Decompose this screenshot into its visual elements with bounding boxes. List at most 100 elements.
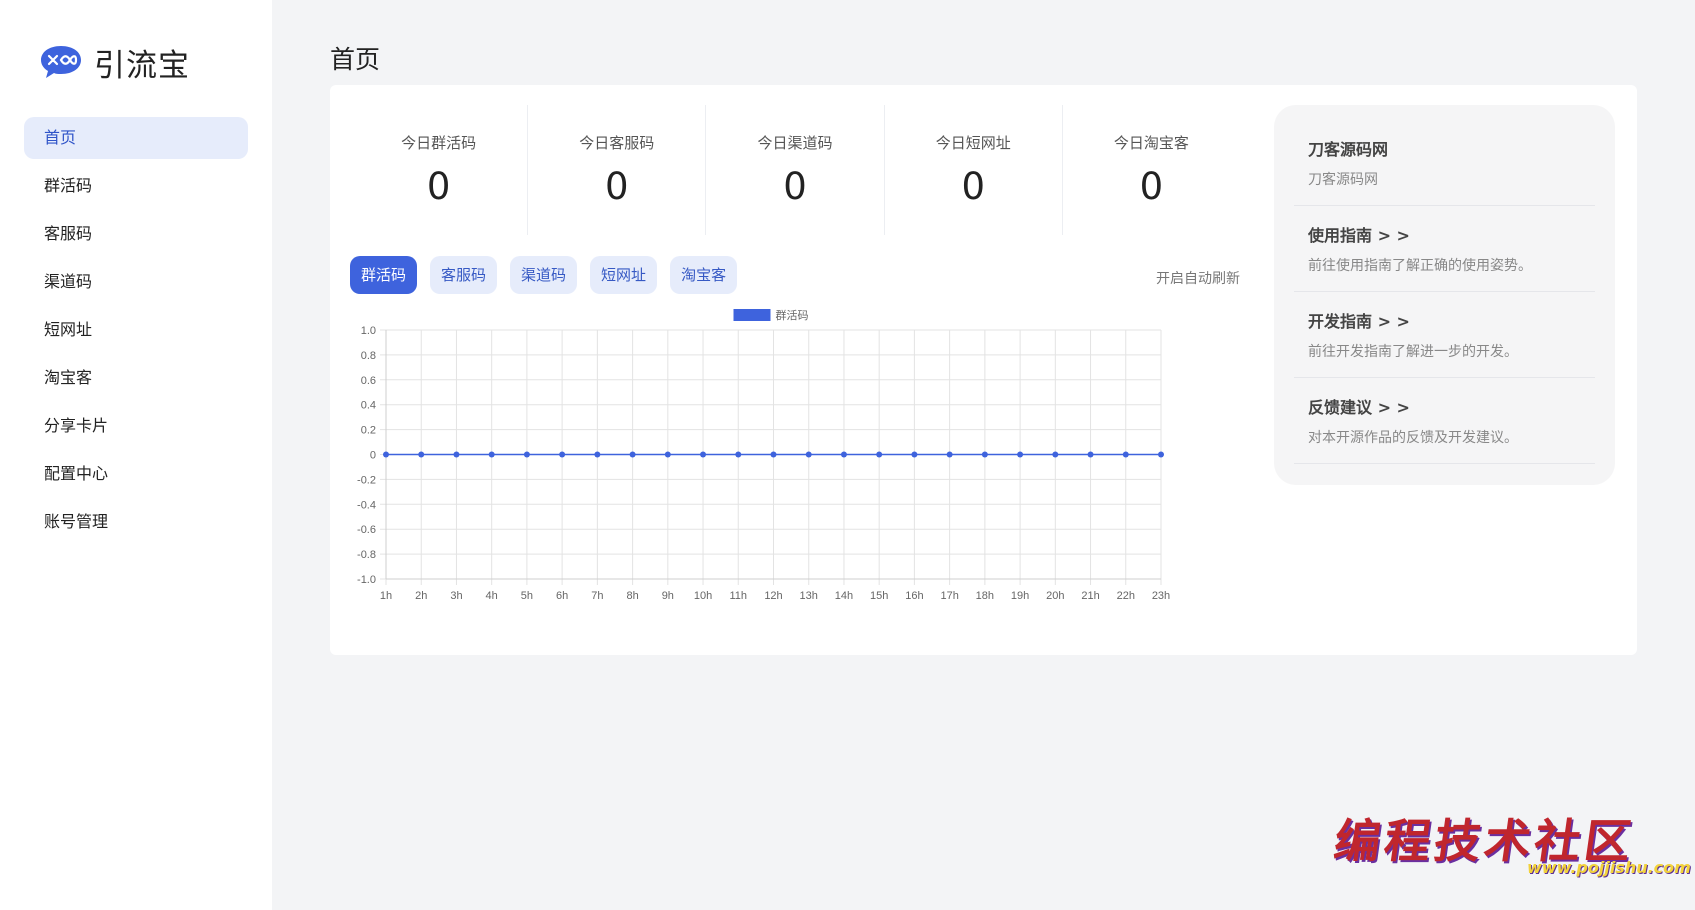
x-tick-label: 23h: [1152, 590, 1170, 602]
data-point: [559, 451, 566, 458]
data-point: [840, 451, 847, 458]
data-point: [1158, 451, 1164, 458]
data-point: [1017, 451, 1024, 458]
stat-channel-code: 今日渠道码 0: [706, 105, 885, 235]
x-tick-label: 15h: [870, 590, 888, 602]
info-desc: 刀客源码网: [1308, 172, 1378, 188]
x-tick-label: 12h: [764, 590, 782, 602]
chart-tabs: 群活码 客服码 渠道码 短网址 淘宝客: [350, 256, 750, 294]
data-point: [981, 451, 988, 458]
y-tick-label: 0.4: [361, 400, 376, 412]
data-point: [700, 451, 707, 458]
data-point: [1087, 451, 1094, 458]
info-item-dev-guide[interactable]: 开发指南 > > 前往开发指南了解进一步的开发。: [1294, 292, 1595, 378]
stat-short-url: 今日短网址 0: [885, 105, 1063, 235]
sidebar-item-service-code[interactable]: 客服码: [24, 213, 248, 255]
x-tick-label: 14h: [835, 590, 853, 602]
tab-short-url[interactable]: 短网址: [590, 256, 658, 294]
sidebar-item-share-card[interactable]: 分享卡片: [24, 405, 248, 447]
data-point: [735, 451, 742, 458]
tab-group-code[interactable]: 群活码: [350, 256, 418, 294]
data-point: [488, 451, 495, 458]
sidebar-nav: 首页 群活码 客服码 渠道码 短网址 淘宝客 分享卡片 配置中心 账号管理: [24, 117, 248, 549]
data-point: [418, 451, 425, 458]
x-tick-label: 2h: [415, 590, 427, 602]
data-point: [664, 451, 671, 458]
info-title: 刀客源码网: [1308, 140, 1389, 159]
sidebar-item-group-code[interactable]: 群活码: [24, 165, 248, 207]
x-tick-label: 3h: [450, 590, 462, 602]
stat-value: 0: [605, 165, 629, 208]
x-tick-label: 8h: [626, 590, 638, 602]
legend-label: 群活码: [776, 308, 809, 322]
auto-refresh-toggle[interactable]: 开启自动刷新: [1150, 268, 1240, 288]
stat-group-code: 今日群活码 0: [350, 105, 529, 235]
watermark-url: www.pojjishu.com: [1527, 858, 1691, 877]
data-point: [946, 451, 953, 458]
data-point: [805, 451, 812, 458]
y-tick-label: 0.6: [361, 375, 376, 387]
app-logo[interactable]: 引流宝: [40, 40, 190, 84]
x-tick-label: 13h: [800, 590, 818, 602]
data-point: [629, 451, 636, 458]
x-tick-label: 1h: [380, 590, 392, 602]
y-tick-label: -0.6: [357, 524, 376, 536]
info-title: 开发指南 > >: [1308, 312, 1410, 331]
info-item-feedback[interactable]: 反馈建议 > > 对本开源作品的反馈及开发建议。: [1294, 378, 1595, 464]
x-tick-label: 21h: [1081, 590, 1099, 602]
stat-value: 0: [783, 165, 807, 208]
x-tick-label: 4h: [486, 590, 498, 602]
y-tick-label: -0.8: [357, 549, 376, 561]
page-title: 首页: [330, 45, 381, 74]
sidebar-item-home[interactable]: 首页: [24, 117, 248, 159]
data-point: [523, 451, 530, 458]
info-title: 反馈建议 > >: [1308, 398, 1410, 417]
sidebar-item-account[interactable]: 账号管理: [24, 501, 248, 543]
sidebar-item-channel-code[interactable]: 渠道码: [24, 261, 248, 303]
x-tick-label: 20h: [1046, 590, 1064, 602]
stat-value: 0: [426, 165, 451, 208]
chart-svg: 1.0 0.8 0.6 0.4 0.2 0 -0.2 -0.4 -0.6 -0.8 -1.0 1h 2h…: [357, 308, 1170, 602]
stat-label: 今日客服码: [579, 134, 655, 152]
stat-label: 今日短网址: [935, 134, 1011, 152]
data-point: [383, 451, 389, 458]
x-tick-label: 10h: [694, 590, 712, 602]
stat-label: 今日渠道码: [757, 134, 833, 152]
x-tick-label: 22h: [1117, 590, 1135, 602]
x-tick-label: 18h: [976, 590, 994, 602]
sidebar-item-short-url[interactable]: 短网址: [24, 309, 248, 351]
tab-taobaoke[interactable]: 淘宝客: [670, 256, 738, 294]
y-tick-label: 0.8: [361, 350, 376, 362]
stat-label: 今日淘宝客: [1113, 134, 1189, 152]
x-tick-label: 11h: [729, 590, 747, 602]
data-point: [911, 451, 918, 458]
stat-value: 0: [961, 165, 985, 208]
line-chart: 1.0 0.8 0.6 0.4 0.2 0 -0.2 -0.4 -0.6 -0.8 -1.0 1h 2h…: [335, 303, 1255, 655]
stat-service-code: 今日客服码 0: [528, 105, 707, 235]
app-name: 引流宝: [94, 47, 190, 84]
sidebar-item-config-center[interactable]: 配置中心: [24, 453, 248, 495]
data-point: [770, 451, 777, 458]
info-title: 使用指南 > >: [1308, 226, 1410, 245]
x-tick-label: 5h: [521, 590, 533, 602]
y-tick-label: -0.2: [357, 474, 376, 486]
sidebar-item-taobaoke[interactable]: 淘宝客: [24, 357, 248, 399]
stat-label: 今日群活码: [401, 134, 477, 152]
data-point: [594, 451, 601, 458]
data-point: [876, 451, 883, 458]
x-tick-label: 19h: [1011, 590, 1029, 602]
x-tick-label: 16h: [905, 590, 923, 602]
info-item-user-guide[interactable]: 使用指南 > > 前往使用指南了解正确的使用姿势。: [1294, 206, 1595, 292]
x-tick-label: 17h: [940, 590, 958, 602]
info-desc: 前往使用指南了解正确的使用姿势。: [1308, 258, 1532, 274]
tab-service-code[interactable]: 客服码: [430, 256, 498, 294]
info-desc: 前往开发指南了解进一步的开发。: [1308, 344, 1518, 360]
y-tick-label: 1.0: [361, 325, 376, 337]
stat-taobaoke: 今日淘宝客 0: [1063, 105, 1240, 235]
y-tick-label: -1.0: [357, 574, 376, 586]
info-item-site[interactable]: 刀客源码网 刀客源码网: [1294, 120, 1595, 206]
tab-channel-code[interactable]: 渠道码: [510, 256, 578, 294]
y-tick-label: 0.2: [361, 425, 376, 437]
info-panel: 刀客源码网 刀客源码网 使用指南 > > 前往使用指南了解正确的使用姿势。 开发…: [1274, 105, 1615, 485]
x-tick-label: 9h: [662, 590, 674, 602]
